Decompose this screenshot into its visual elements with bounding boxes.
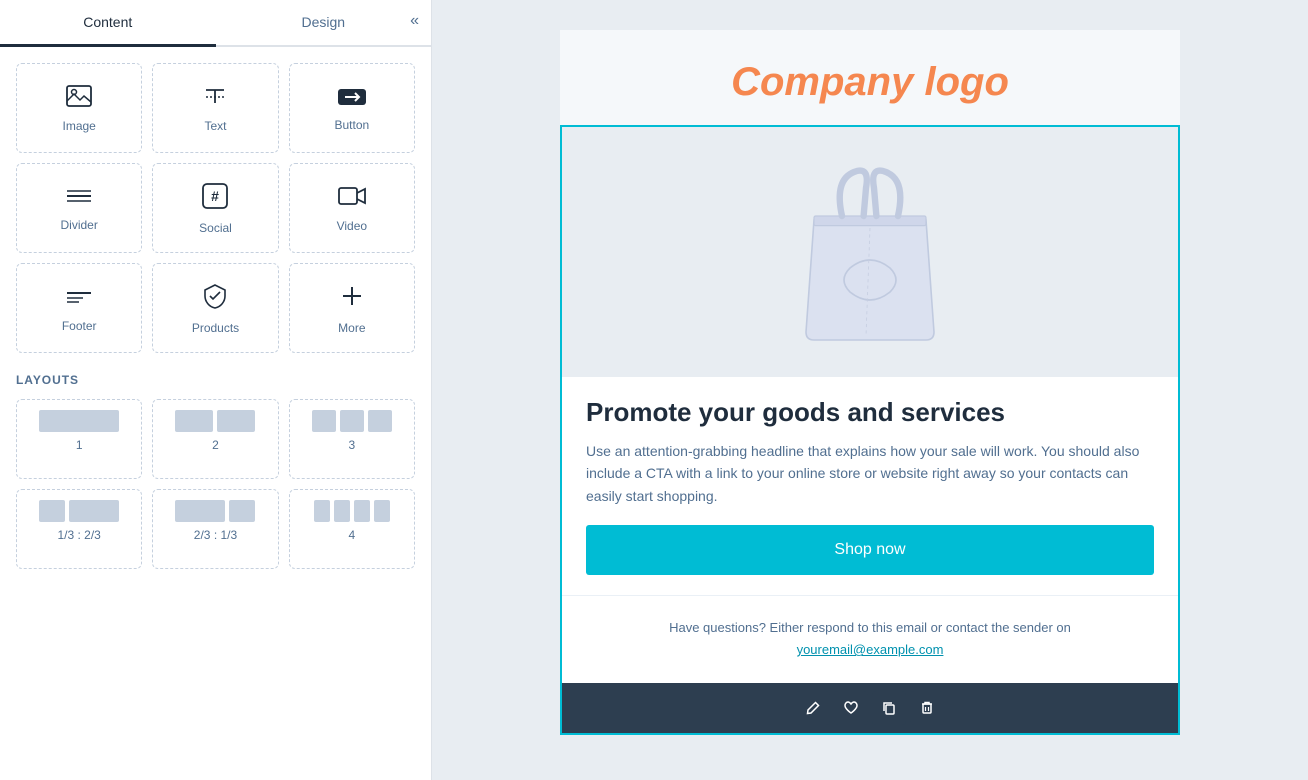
module-grid: Image Text <box>16 63 415 353</box>
layout-1[interactable]: 1 <box>16 399 142 479</box>
more-icon <box>339 283 365 315</box>
module-social[interactable]: # Social <box>152 163 278 253</box>
module-button[interactable]: Button <box>289 63 415 153</box>
edit-button[interactable] <box>796 691 830 725</box>
product-image-area <box>562 127 1178 377</box>
collapse-button[interactable]: « <box>406 8 423 34</box>
tab-design[interactable]: Design <box>216 0 432 47</box>
sidebar-tabs: Content Design <box>0 0 431 47</box>
layouts-title: LAYOUTS <box>16 373 415 387</box>
module-social-label: Social <box>199 221 232 235</box>
layout-3-preview <box>298 410 406 432</box>
module-divider-label: Divider <box>60 218 97 232</box>
tab-content[interactable]: Content <box>0 0 216 47</box>
layout-2-label: 2 <box>212 438 219 452</box>
module-text-label: Text <box>204 119 226 133</box>
email-text-area: Promote your goods and services Use an a… <box>562 377 1178 595</box>
module-more[interactable]: More <box>289 263 415 353</box>
layout-1-preview <box>25 410 133 432</box>
footer-contact-text: Have questions? Either respond to this e… <box>586 620 1154 635</box>
module-text[interactable]: Text <box>152 63 278 153</box>
module-video[interactable]: Video <box>289 163 415 253</box>
email-footer-contact: Have questions? Either respond to this e… <box>562 595 1178 683</box>
module-footer[interactable]: Footer <box>16 263 142 353</box>
video-icon <box>338 185 366 213</box>
delete-button[interactable] <box>910 691 944 725</box>
footer-icon <box>65 285 93 313</box>
layout-1-3-2-3-preview <box>25 500 133 522</box>
main-preview: Company logo <box>432 0 1308 780</box>
text-icon <box>202 85 228 113</box>
promo-heading: Promote your goods and services <box>586 397 1154 428</box>
svg-text:#: # <box>212 188 220 204</box>
layout-3[interactable]: 3 <box>289 399 415 479</box>
email-preview: Company logo <box>560 30 1180 735</box>
layout-3-label: 3 <box>348 438 355 452</box>
favorite-button[interactable] <box>834 691 868 725</box>
content-panel: Image Text <box>0 47 431 780</box>
layout-2-3-1-3[interactable]: 2/3 : 1/3 <box>152 489 278 569</box>
module-image-label: Image <box>62 119 95 133</box>
layout-2-3-1-3-preview <box>161 500 269 522</box>
layout-1-3-2-3-label: 1/3 : 2/3 <box>57 528 100 542</box>
social-icon: # <box>202 183 228 215</box>
element-toolbar <box>562 683 1178 733</box>
layout-2-3-1-3-label: 2/3 : 1/3 <box>194 528 237 542</box>
module-button-label: Button <box>334 118 369 132</box>
layout-1-label: 1 <box>76 438 83 452</box>
module-footer-label: Footer <box>62 319 97 333</box>
layout-grid: 1 2 3 <box>16 399 415 569</box>
email-body-section[interactable]: Promote your goods and services Use an a… <box>560 125 1180 735</box>
image-icon <box>66 85 92 113</box>
module-divider[interactable]: Divider <box>16 163 142 253</box>
module-products[interactable]: Products <box>152 263 278 353</box>
company-logo-area: Company logo <box>560 30 1180 125</box>
divider-icon <box>65 186 93 212</box>
shop-now-button[interactable]: Shop now <box>586 525 1154 575</box>
layout-1-3-2-3[interactable]: 1/3 : 2/3 <box>16 489 142 569</box>
layout-2[interactable]: 2 <box>152 399 278 479</box>
layout-4[interactable]: 4 <box>289 489 415 569</box>
layout-4-label: 4 <box>348 528 355 542</box>
layout-4-preview <box>298 500 406 522</box>
module-more-label: More <box>338 321 365 335</box>
module-products-label: Products <box>192 321 239 335</box>
company-logo-text: Company logo <box>580 60 1160 105</box>
button-icon <box>337 86 367 112</box>
layout-2-preview <box>161 410 269 432</box>
promo-body: Use an attention-grabbing headline that … <box>586 440 1154 507</box>
copy-button[interactable] <box>872 691 906 725</box>
products-icon <box>202 283 228 315</box>
sidebar: « Content Design Image <box>0 0 432 780</box>
module-video-label: Video <box>337 219 367 233</box>
module-image[interactable]: Image <box>16 63 142 153</box>
footer-email-link[interactable]: youremail@example.com <box>797 642 944 657</box>
